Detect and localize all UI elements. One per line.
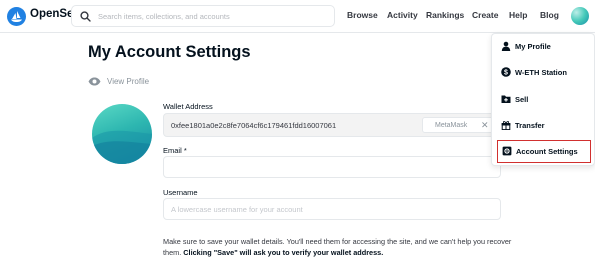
search-bar[interactable] — [71, 5, 335, 27]
menu-item-weth-station[interactable]: $ W-ETH Station — [493, 62, 593, 84]
wallet-address-label: Wallet Address — [163, 102, 213, 111]
nav-blog[interactable]: Blog — [540, 10, 559, 20]
nav-browse[interactable]: Browse — [347, 10, 378, 20]
menu-item-my-profile[interactable]: My Profile — [493, 36, 593, 58]
nav-help[interactable]: Help — [509, 10, 527, 20]
email-input[interactable] — [171, 161, 491, 174]
nav-rankings[interactable]: Rankings — [426, 10, 464, 20]
menu-item-label: Sell — [515, 95, 529, 104]
menu-item-label: My Profile — [515, 42, 551, 51]
view-profile-label: View Profile — [107, 77, 150, 86]
svg-text:$: $ — [504, 70, 508, 77]
gift-icon — [501, 120, 511, 130]
metamask-badge: MetaMask ✕ — [422, 117, 495, 133]
close-icon[interactable]: ✕ — [481, 120, 489, 131]
search-icon — [80, 11, 91, 22]
wallet-address-field: 0xfee1801a0e2c8fe7064cf6c179461fdd160070… — [163, 113, 501, 137]
nav-create[interactable]: Create — [472, 10, 498, 20]
account-dropdown-menu: My Profile $ W-ETH Station Sell Transfer — [491, 33, 595, 166]
save-notice-bold: Clicking "Save" will ask you to verify y… — [183, 248, 384, 257]
folder-add-icon — [501, 95, 511, 103]
menu-item-label: Transfer — [515, 121, 545, 130]
top-navigation-bar: OpenSea Browse Activity Rankings Create … — [0, 0, 595, 33]
menu-item-sell[interactable]: Sell — [493, 89, 593, 111]
menu-item-account-settings[interactable]: Account Settings — [497, 140, 591, 163]
search-input[interactable] — [98, 9, 328, 24]
account-avatar-button[interactable] — [571, 7, 589, 25]
nav-activity[interactable]: Activity — [387, 10, 418, 20]
opensea-logo-icon[interactable] — [7, 7, 26, 26]
metamask-label: MetaMask — [435, 122, 468, 129]
save-notice: Make sure to save your wallet details. Y… — [163, 236, 523, 258]
username-label: Username — [163, 188, 198, 197]
menu-item-transfer[interactable]: Transfer — [493, 115, 593, 137]
wallet-address-value: 0xfee1801a0e2c8fe7064cf6c179461fdd160070… — [171, 121, 337, 130]
eye-icon — [88, 77, 101, 86]
menu-item-label: W-ETH Station — [515, 68, 567, 77]
person-icon — [501, 41, 511, 51]
settings-icon — [502, 146, 512, 156]
profile-avatar[interactable] — [92, 104, 152, 164]
dollar-coin-icon: $ — [501, 67, 511, 77]
username-field[interactable] — [163, 198, 501, 220]
email-label: Email * — [163, 146, 187, 155]
email-field[interactable] — [163, 156, 501, 178]
username-input[interactable] — [171, 203, 491, 216]
page-title: My Account Settings — [88, 43, 251, 61]
menu-item-label: Account Settings — [516, 147, 578, 156]
